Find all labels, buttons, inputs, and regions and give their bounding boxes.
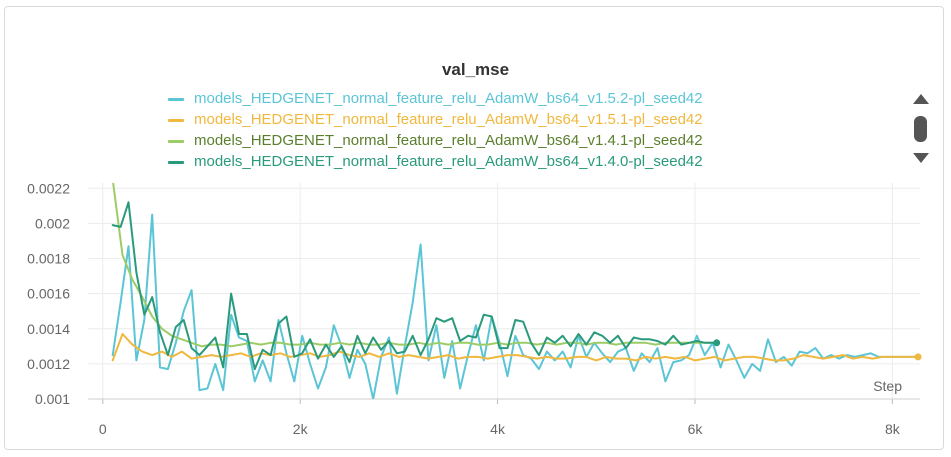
series-line-2[interactable] — [112, 180, 716, 348]
y-tick-label: 0.0022 — [27, 180, 70, 196]
x-tick-label: 8k — [885, 421, 901, 437]
series-endpoint-1[interactable] — [914, 353, 922, 361]
y-tick-label: 0.002 — [35, 215, 70, 231]
series-endpoint-3[interactable] — [713, 339, 721, 347]
x-axis-label: Step — [873, 378, 902, 394]
y-tick-label: 0.0016 — [27, 286, 70, 302]
x-axis-ticks: 0 2k 4k 6k 8k — [99, 399, 901, 437]
y-tick-label: 0.001 — [35, 391, 70, 407]
y-tick-label: 0.0012 — [27, 356, 70, 372]
x-tick-label: 4k — [490, 421, 506, 437]
x-tick-label: 2k — [293, 421, 309, 437]
y-tick-label: 0.0018 — [27, 251, 70, 267]
x-tick-label: 6k — [688, 421, 704, 437]
series-group — [111, 180, 919, 399]
x-tick-label: 0 — [99, 421, 107, 437]
y-tick-label: 0.0014 — [27, 321, 70, 337]
grid-lines — [88, 183, 920, 400]
line-chart[interactable]: 0.001 0.0012 0.0014 0.0016 0.0018 0.002 0.0022… — [0, 0, 951, 457]
y-axis-ticks: 0.001 0.0012 0.0014 0.0016 0.0018 0.002 0.0022 — [27, 180, 70, 407]
